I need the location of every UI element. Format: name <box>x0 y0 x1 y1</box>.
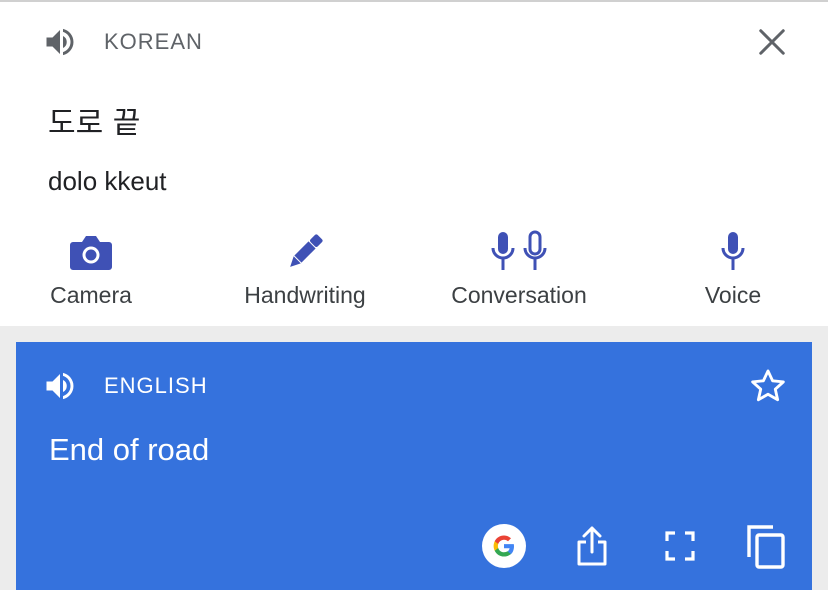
favorite-button[interactable] <box>746 366 790 406</box>
source-card: KOREAN 도로 끝 dolo kkeut Camera Handwritin… <box>0 2 828 326</box>
source-language-row: KOREAN <box>40 24 203 60</box>
target-language-label: ENGLISH <box>104 373 208 398</box>
share-button[interactable] <box>568 522 616 570</box>
close-icon <box>759 29 785 55</box>
camera-icon <box>70 236 112 270</box>
speaker-icon[interactable] <box>40 368 80 404</box>
romanization-text: dolo kkeut <box>48 166 167 196</box>
voice-button[interactable]: Voice <box>702 230 764 309</box>
google-search-button[interactable] <box>480 522 528 570</box>
handwriting-button[interactable]: Handwriting <box>236 230 374 309</box>
pen-icon <box>290 234 323 267</box>
fullscreen-icon <box>665 531 695 561</box>
source-language-label: KOREAN <box>104 29 203 54</box>
handwriting-label: Handwriting <box>244 282 366 308</box>
mic-icon <box>721 232 745 270</box>
copy-button[interactable] <box>742 522 790 570</box>
voice-label: Voice <box>704 282 762 308</box>
translation-text[interactable]: End of road <box>49 432 209 468</box>
speaker-icon[interactable] <box>40 24 80 60</box>
camera-label: Camera <box>50 282 132 308</box>
conversation-button[interactable]: Conversation <box>445 230 593 309</box>
double-mic-icon <box>491 230 547 270</box>
google-icon <box>482 524 526 568</box>
conversation-label: Conversation <box>451 282 587 308</box>
fullscreen-button[interactable] <box>656 522 704 570</box>
card-divider <box>0 326 828 342</box>
translation-card: ENGLISH End of road <box>16 342 812 590</box>
copy-icon <box>747 525 785 569</box>
target-language-row: ENGLISH <box>40 368 208 404</box>
source-text[interactable]: 도로 끝 <box>48 98 140 142</box>
close-button[interactable] <box>752 22 792 62</box>
camera-button[interactable]: Camera <box>48 230 134 309</box>
star-icon <box>751 369 785 402</box>
share-icon <box>577 526 607 566</box>
